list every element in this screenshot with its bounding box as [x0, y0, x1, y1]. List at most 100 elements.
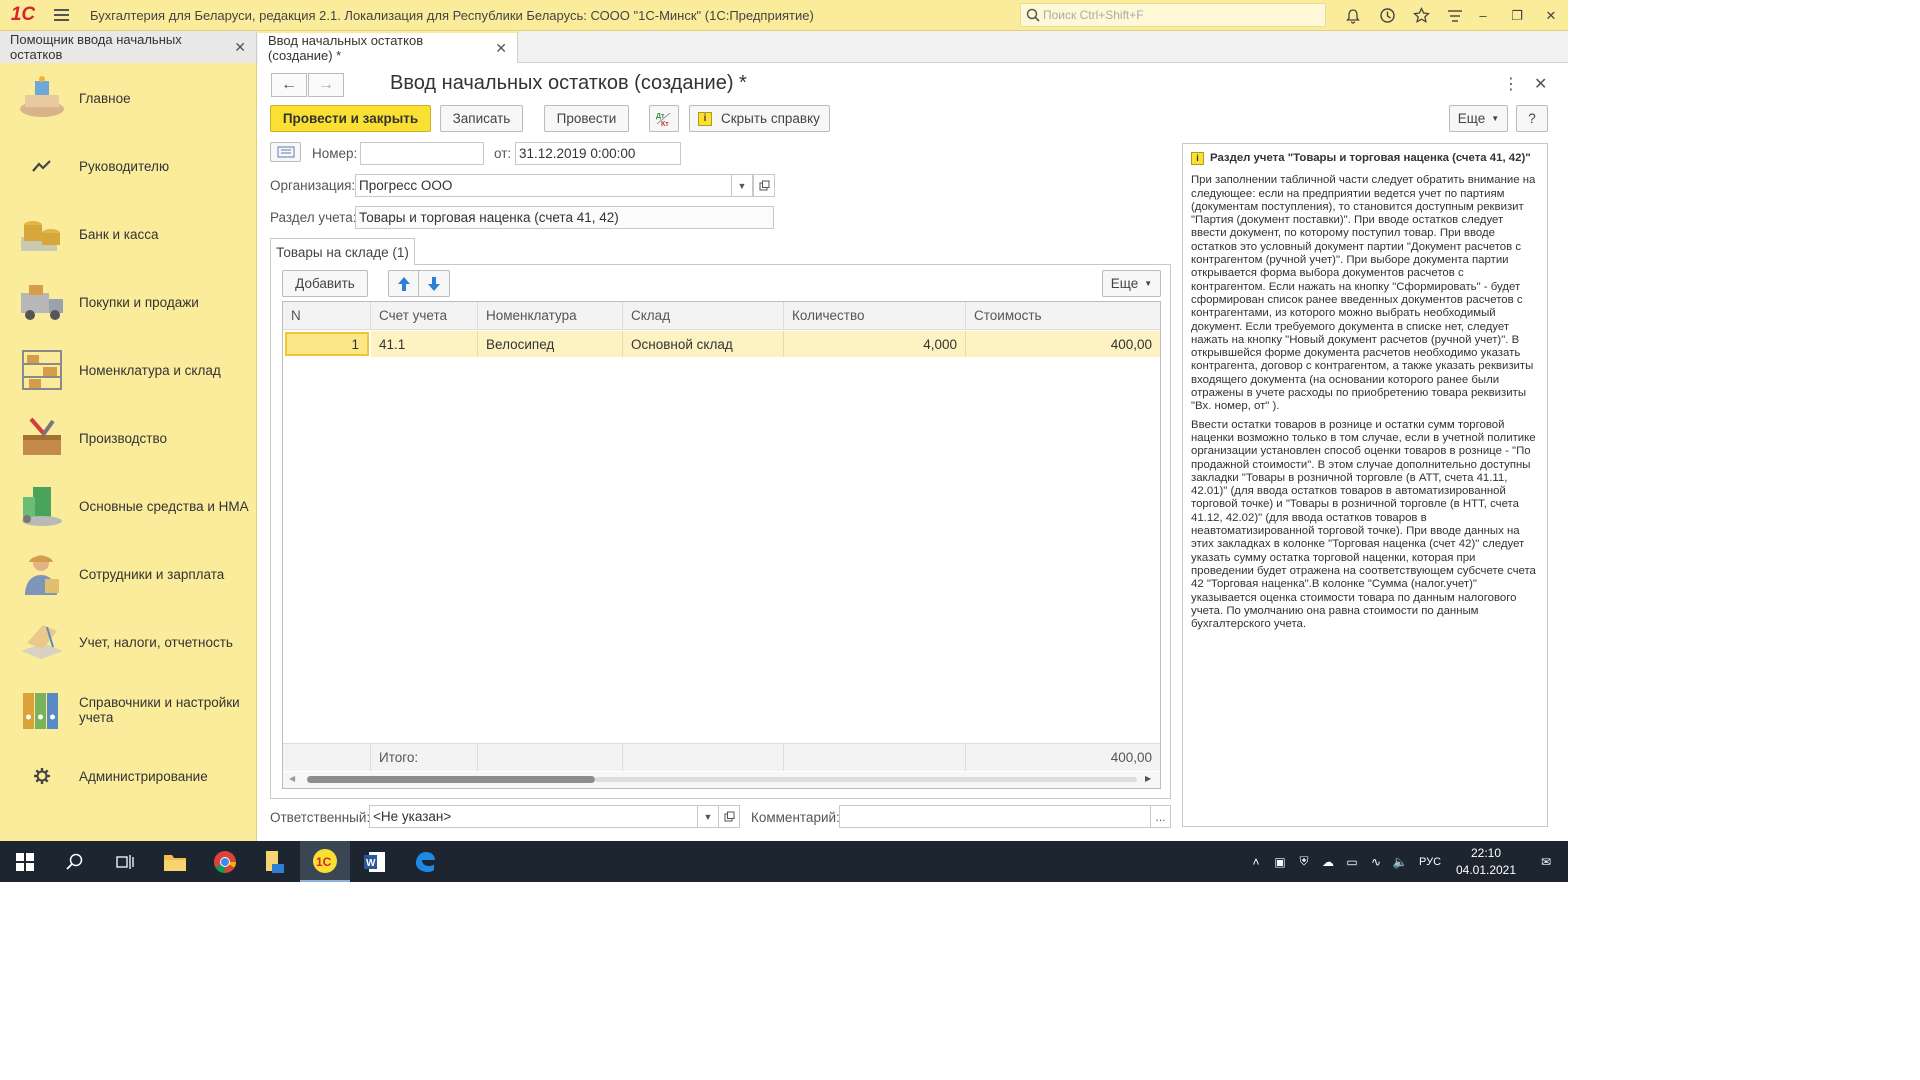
history-icon[interactable] — [1370, 0, 1404, 31]
1c-app-icon[interactable]: 1С — [300, 841, 350, 882]
sidebar-item-reports[interactable]: Учет, налоги, отчетность — [0, 614, 257, 670]
number-label: Номер: — [312, 146, 358, 161]
cell-cost[interactable]: 400,00 — [966, 331, 1160, 357]
comment-field[interactable] — [839, 805, 1151, 828]
notifications-icon[interactable]: ✉ — [1524, 855, 1568, 869]
scroll-right-icon[interactable]: ▶ — [1145, 774, 1151, 783]
cell-quantity[interactable]: 4,000 — [784, 331, 966, 357]
more-label: Еще — [1457, 111, 1486, 126]
edge-icon[interactable] — [400, 841, 450, 882]
open-link-icon[interactable] — [718, 805, 740, 828]
cell-item[interactable]: Велосипед — [478, 331, 623, 357]
date-field[interactable]: 31.12.2019 0:00:00 — [515, 142, 681, 165]
file-explorer-icon[interactable] — [150, 841, 200, 882]
responsible-field[interactable]: <Не указан> — [369, 805, 698, 828]
star-icon[interactable] — [1404, 0, 1438, 31]
tab-goods-in-warehouse[interactable]: Товары на складе (1) — [270, 238, 415, 265]
column-header[interactable]: N — [283, 302, 371, 330]
open-link-icon[interactable] — [753, 174, 775, 197]
help-paragraph: Ввести остатки товаров в рознице и остат… — [1191, 418, 1536, 631]
column-header[interactable]: Количество — [784, 302, 966, 330]
windows-start-icon[interactable] — [0, 841, 50, 882]
cell-warehouse[interactable]: Основной склад — [623, 331, 784, 357]
sidebar-item-warehouse[interactable]: Номенклатура и склад — [0, 342, 257, 398]
bell-icon[interactable] — [1336, 0, 1370, 31]
sidebar-item-assets[interactable]: Основные средства и НМА — [0, 478, 257, 534]
sidebar-label: Руководителю — [79, 158, 170, 174]
svg-text:W: W — [366, 858, 376, 869]
search-input[interactable]: Поиск Ctrl+Shift+F — [1020, 3, 1326, 27]
sidebar-item-production[interactable]: Производство — [0, 410, 257, 466]
organization-label: Организация: — [270, 178, 356, 193]
sidebar-item-main[interactable]: Главное — [0, 70, 257, 126]
help-paragraph: При заполнении табличной части следует о… — [1191, 174, 1536, 413]
sidebar-item-manager[interactable]: Руководителю — [0, 138, 257, 194]
restore-icon[interactable]: ❐ — [1500, 0, 1534, 31]
minimize-icon[interactable]: – — [1466, 0, 1500, 31]
word-icon[interactable]: W — [350, 841, 400, 882]
volume-icon[interactable]: 🔈 — [1388, 855, 1412, 869]
clock[interactable]: 22:10 04.01.2021 — [1448, 845, 1524, 879]
add-button[interactable]: Добавить — [282, 270, 368, 297]
close-icon[interactable]: ✕ — [495, 40, 507, 57]
more-vertical-icon[interactable]: ⋮ — [1503, 74, 1519, 94]
column-header[interactable]: Стоимость — [966, 302, 1160, 330]
footer-cell — [478, 743, 623, 771]
close-form-icon[interactable]: ✕ — [1534, 74, 1547, 94]
scrollbar-track[interactable] — [595, 777, 1137, 782]
post-and-close-button[interactable]: Провести и закрыть — [270, 105, 431, 132]
clock-date: 04.01.2021 — [1455, 862, 1517, 877]
windows-taskbar: 1С W ˄ ▣ ⛨ ☁ ▭ ∿ 🔈 РУС 22:10 04.01.2021 … — [0, 841, 1568, 882]
network-app-icon[interactable]: ▣ — [1268, 855, 1292, 869]
truck-icon — [12, 277, 72, 327]
shield-icon[interactable]: ⛨ — [1292, 854, 1316, 869]
save-button[interactable]: Записать — [440, 105, 523, 132]
column-header[interactable]: Счет учета — [371, 302, 478, 330]
cell-n[interactable]: 1 — [285, 332, 369, 356]
column-header[interactable]: Номенклатура — [478, 302, 623, 330]
chevron-down-icon[interactable]: ▼ — [731, 174, 753, 197]
taskbar-search-icon[interactable] — [50, 841, 100, 882]
organization-field[interactable]: Прогресс ООО — [355, 174, 732, 197]
task-view-icon[interactable] — [100, 841, 150, 882]
chevron-down-icon: ▼ — [1144, 279, 1153, 288]
sidebar-item-bank[interactable]: Банк и касса — [0, 206, 257, 262]
chevron-up-icon[interactable]: ˄ — [1244, 855, 1268, 869]
sidebar-label: Сотрудники и зарплата — [79, 566, 225, 582]
close-icon[interactable]: ✕ — [234, 39, 246, 56]
comment-ellipsis-button[interactable]: ... — [1150, 805, 1171, 828]
chevron-down-icon[interactable]: ▼ — [697, 805, 719, 828]
main-menu-icon[interactable] — [46, 9, 76, 21]
cloud-icon[interactable]: ☁ — [1316, 855, 1340, 869]
chrome-icon[interactable] — [200, 841, 250, 882]
help-button[interactable]: ? — [1516, 105, 1548, 132]
number-field[interactable] — [360, 142, 484, 165]
battery-icon[interactable]: ▭ — [1340, 855, 1364, 869]
files-app-icon[interactable] — [250, 841, 300, 882]
sidebar-item-sales[interactable]: Покупки и продажи — [0, 274, 257, 330]
table-more-button[interactable]: Еще ▼ — [1102, 270, 1161, 297]
move-down-button[interactable] — [418, 270, 450, 297]
horizontal-scrollbar[interactable]: ◀ ▶ — [283, 772, 1160, 788]
forward-arrow-icon[interactable]: → — [308, 73, 344, 97]
cell-account[interactable]: 41.1 — [371, 331, 478, 357]
sidebar-item-admin[interactable]: Администрирование — [0, 748, 257, 804]
move-up-button[interactable] — [388, 270, 419, 297]
back-arrow-icon[interactable]: ← — [271, 73, 307, 97]
sidebar-item-settings[interactable]: Справочники и настройки учета — [0, 682, 257, 738]
scroll-left-icon[interactable]: ◀ — [289, 774, 295, 783]
post-button[interactable]: Провести — [544, 105, 629, 132]
tab-opening-balances[interactable]: Ввод начальных остатков (создание) * ✕ — [258, 31, 518, 63]
clock-time: 22:10 — [1470, 845, 1502, 860]
wifi-icon[interactable]: ∿ — [1364, 855, 1388, 869]
dtkt-button[interactable]: Дт Кт — [649, 105, 679, 132]
column-header[interactable]: Склад — [623, 302, 784, 330]
hide-help-button[interactable]: i Скрыть справку — [689, 105, 830, 132]
tab-start-assistant[interactable]: Помощник ввода начальных остатков ✕ — [0, 31, 257, 63]
language-indicator[interactable]: РУС — [1412, 856, 1448, 868]
more-button[interactable]: Еще ▼ — [1449, 105, 1508, 132]
window-close-icon[interactable]: ✕ — [1534, 0, 1568, 31]
sidebar-item-payroll[interactable]: Сотрудники и зарплата — [0, 546, 257, 602]
number-settings-button[interactable] — [270, 142, 301, 162]
scrollbar-thumb[interactable] — [307, 776, 595, 783]
